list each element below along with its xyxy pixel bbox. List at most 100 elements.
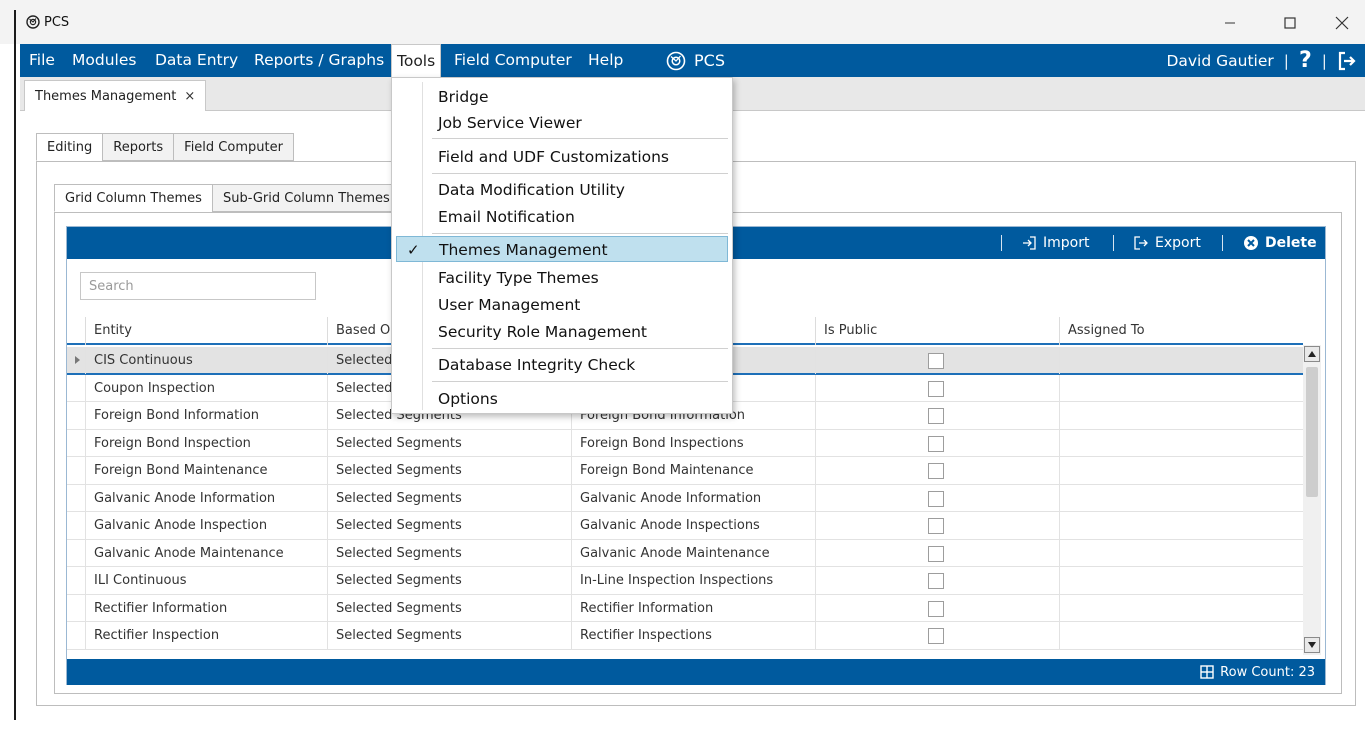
is-public-checkbox[interactable] (928, 353, 944, 369)
delete-button[interactable]: Delete (1243, 227, 1317, 259)
is-public-checkbox[interactable] (928, 600, 944, 617)
cell-entity: CIS Continuous (85, 347, 327, 374)
is-public-checkbox[interactable] (928, 490, 944, 507)
cell-source: Galvanic Anode Inspections (571, 512, 815, 539)
is-public-checkbox[interactable] (928, 573, 944, 589)
row-count: Row Count: 23 (1200, 659, 1315, 685)
menu-field-computer[interactable]: Field Computer (454, 44, 572, 77)
table-row[interactable]: Galvanic Anode Information Selected Segme… (67, 484, 1303, 512)
scroll-down-button[interactable] (1304, 637, 1320, 653)
close-icon (1335, 16, 1349, 30)
menu-item-bridge[interactable]: Bridge (392, 84, 732, 110)
minimize-button[interactable] (1208, 8, 1252, 38)
window-title: PCS (44, 15, 70, 30)
pcs-logo-icon (666, 51, 686, 70)
cell-assigned-to (1059, 539, 1303, 567)
table-row[interactable]: Foreign Bond Inspection Selected Segments… (67, 429, 1303, 457)
delete-label: Delete (1265, 235, 1317, 251)
menu-help[interactable]: Help (588, 44, 623, 77)
cell-assigned-to (1059, 622, 1303, 649)
editing-tab-strip: Editing Reports Field Computer (36, 133, 294, 161)
cell-based-on: Selected Segments (327, 539, 571, 567)
help-icon[interactable]: ? (1299, 48, 1312, 73)
menu-data-entry[interactable]: Data Entry (155, 44, 238, 77)
tab-sub-grid-column-themes[interactable]: Sub-Grid Column Themes (211, 184, 401, 212)
is-public-checkbox[interactable] (928, 545, 944, 562)
table-row[interactable]: Galvanic Anode Inspection Selected Segmen… (67, 512, 1303, 540)
is-public-checkbox[interactable] (928, 518, 944, 534)
import-label: Import (1043, 235, 1090, 251)
column-header-entity[interactable]: Entity (85, 317, 327, 345)
tab-reports[interactable]: Reports (102, 133, 174, 161)
table-row[interactable]: Galvanic Anode Maintenance Selected Segme… (67, 539, 1303, 567)
cell-entity: Galvanic Anode Maintenance (85, 539, 327, 567)
menu-item-database-integrity-check[interactable]: Database Integrity Check (392, 352, 732, 378)
logout-icon[interactable] (1337, 51, 1357, 71)
table-row[interactable]: Rectifier Information Selected Segments Re… (67, 594, 1303, 622)
cell-assigned-to (1059, 512, 1303, 539)
cell-assigned-to (1059, 594, 1303, 622)
menu-item-email-notification[interactable]: Email Notification (392, 204, 732, 230)
import-button[interactable]: Import (1021, 227, 1089, 259)
search-input[interactable] (80, 272, 316, 300)
menu-item-data-modification-utility[interactable]: Data Modification Utility (392, 177, 732, 203)
row-count-label: Row Count: 23 (1220, 664, 1315, 680)
menu-item-field-udf-customizations[interactable]: Field and UDF Customizations (392, 144, 732, 170)
export-button[interactable]: Export (1133, 227, 1201, 259)
scroll-up-button[interactable] (1304, 346, 1320, 362)
user-name[interactable]: David Gautier (1166, 52, 1273, 70)
tab-field-computer[interactable]: Field Computer (173, 133, 294, 161)
separator: | (1321, 51, 1327, 70)
vertical-scrollbar[interactable] (1303, 345, 1321, 655)
close-button[interactable] (1320, 8, 1364, 38)
tab-grid-column-themes[interactable]: Grid Column Themes (54, 184, 212, 212)
column-header-is-public[interactable]: Is Public (815, 317, 1059, 345)
close-tab-icon[interactable]: × (184, 89, 195, 104)
cell-entity: Rectifier Inspection (85, 622, 327, 649)
menu-tools[interactable]: Tools (391, 44, 442, 77)
menu-separator (432, 233, 728, 234)
tab-themes-management[interactable]: Themes Management × (24, 80, 207, 111)
is-public-checkbox[interactable] (928, 628, 944, 644)
table-row[interactable]: Rectifier Inspection Selected Segments Rec… (67, 622, 1303, 650)
menu-item-label: Themes Management (439, 241, 608, 259)
menu-reports-graphs[interactable]: Reports / Graphs (254, 44, 384, 77)
grid-icon (1200, 665, 1214, 679)
menu-item-facility-type-themes[interactable]: Facility Type Themes (392, 265, 732, 291)
separator: | (1283, 51, 1289, 70)
tab-editing[interactable]: Editing (36, 133, 103, 161)
menu-item-options[interactable]: Options (392, 386, 732, 412)
menu-separator (432, 348, 728, 349)
menu-file[interactable]: File (29, 44, 55, 77)
export-icon (1134, 236, 1148, 250)
menu-item-themes-management[interactable]: ✓ Themes Management (396, 236, 728, 262)
table-row[interactable]: ILI Continuous Selected Segments In-Line I… (67, 567, 1303, 595)
cell-assigned-to (1059, 457, 1303, 484)
is-public-checkbox[interactable] (928, 408, 944, 424)
menu-separator (432, 138, 728, 139)
is-public-checkbox[interactable] (928, 380, 944, 397)
cell-source: Foreign Bond Maintenance (571, 457, 815, 484)
is-public-checkbox[interactable] (928, 463, 944, 479)
menu-item-user-management[interactable]: User Management (392, 292, 732, 318)
menu-modules[interactable]: Modules (72, 44, 136, 77)
toolbar-separator (1113, 235, 1114, 251)
menu-item-security-role-management[interactable]: Security Role Management (392, 319, 732, 345)
cell-assigned-to (1059, 374, 1303, 402)
cell-entity: Foreign Bond Maintenance (85, 457, 327, 484)
menu-item-job-service-viewer[interactable]: Job Service Viewer (392, 110, 732, 136)
scrollbar-thumb[interactable] (1306, 367, 1318, 497)
cell-based-on: Selected Segments (327, 567, 571, 594)
row-indicator-icon (75, 356, 80, 364)
cell-source: Galvanic Anode Maintenance (571, 539, 815, 567)
export-label: Export (1155, 235, 1201, 251)
column-header-assigned-to[interactable]: Assigned To (1059, 317, 1303, 345)
maximize-button[interactable] (1268, 8, 1312, 38)
cell-entity: Foreign Bond Inspection (85, 429, 327, 457)
scroll-up-icon (1308, 351, 1316, 357)
is-public-checkbox[interactable] (928, 435, 944, 452)
cell-based-on: Selected Segments (327, 512, 571, 539)
table-row[interactable]: Foreign Bond Maintenance Selected Segment… (67, 457, 1303, 485)
tab-label: Themes Management (35, 88, 177, 104)
window-left-edge (14, 10, 16, 720)
